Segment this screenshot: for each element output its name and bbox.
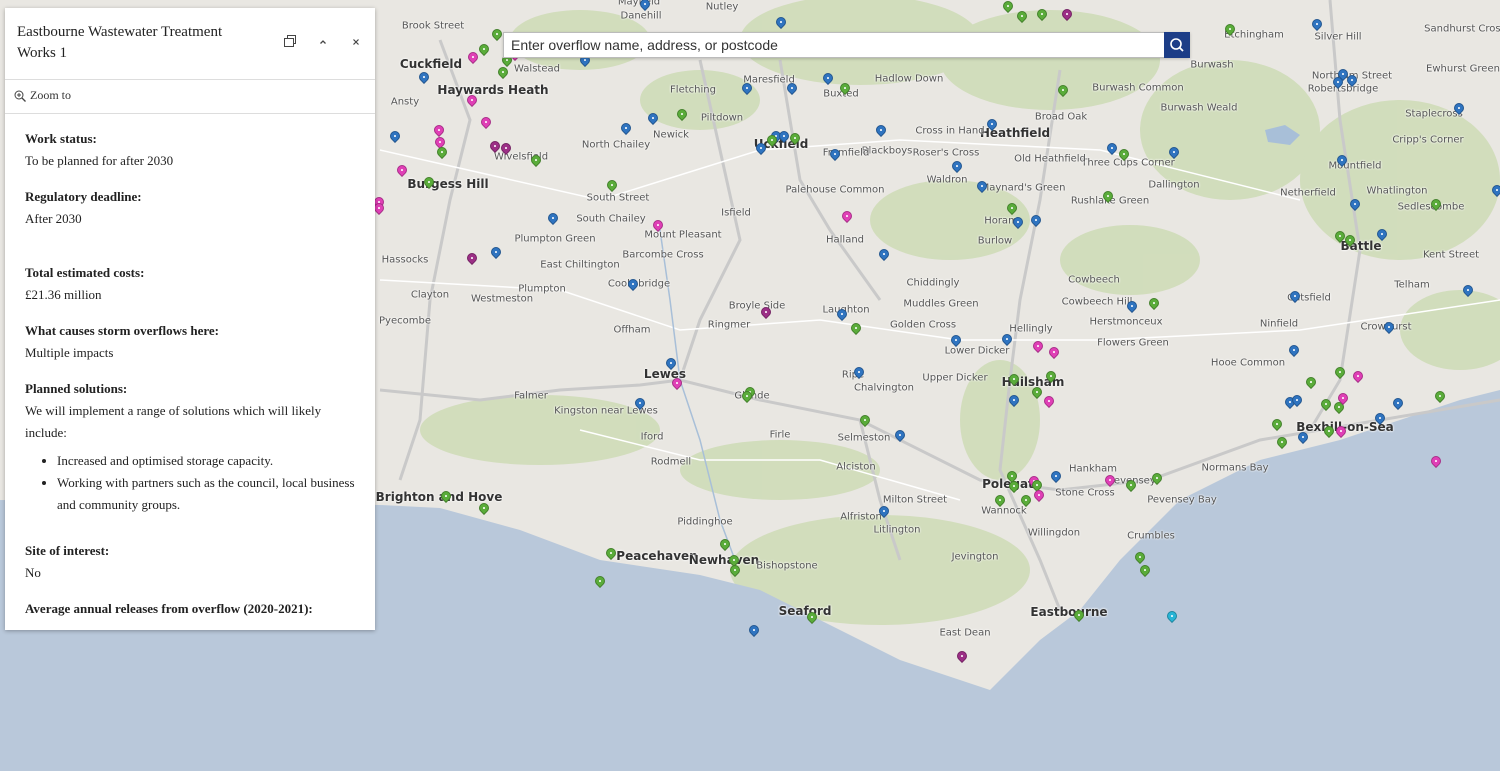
collapse-button[interactable] xyxy=(314,34,332,52)
panel-body[interactable]: Work status: To be planned for after 203… xyxy=(5,114,375,620)
close-icon xyxy=(353,39,359,45)
panel-header: Eastbourne Wastewater Treatment Works 1 xyxy=(5,8,375,80)
field-causes: What causes storm overflows here: Multip… xyxy=(25,320,355,364)
search-bar xyxy=(503,32,1190,58)
close-button[interactable] xyxy=(347,34,365,52)
field-label: Total estimated costs: xyxy=(25,265,145,280)
solutions-list: Increased and optimised storage capacity… xyxy=(25,450,355,516)
field-total-costs: Total estimated costs: £21.36 million xyxy=(25,262,355,306)
search-icon xyxy=(1170,38,1184,52)
search-button[interactable] xyxy=(1164,32,1190,58)
zoom-to-bar: Zoom to xyxy=(5,80,375,114)
list-item: Working with partners such as the counci… xyxy=(57,472,355,516)
field-work-status: Work status: To be planned for after 203… xyxy=(25,128,355,172)
chevron-up-icon xyxy=(320,40,326,44)
field-value: We will implement a range of solutions w… xyxy=(25,403,322,440)
dock-button[interactable] xyxy=(281,34,299,52)
field-label: Work status: xyxy=(25,131,97,146)
zoom-to-label: Zoom to xyxy=(30,88,71,102)
field-label: Planned solutions: xyxy=(25,381,128,396)
field-label: What causes storm overflows here: xyxy=(25,323,219,338)
feature-popup-panel: Eastbourne Wastewater Treatment Works 1 … xyxy=(5,8,375,630)
field-average-releases: Average annual releases from overflow (2… xyxy=(25,598,355,620)
search-input[interactable] xyxy=(504,33,1164,57)
field-label: Average annual releases from overflow (2… xyxy=(25,601,313,616)
field-value: £21.36 million xyxy=(25,287,102,302)
dock-icon xyxy=(284,35,296,47)
field-value: No xyxy=(25,565,41,580)
field-value: Multiple impacts xyxy=(25,345,114,360)
field-planned-solutions: Planned solutions: We will implement a r… xyxy=(25,378,355,516)
field-regulatory-deadline: Regulatory deadline: After 2030 xyxy=(25,186,355,230)
field-label: Regulatory deadline: xyxy=(25,189,142,204)
field-site-of-interest: Site of interest: No xyxy=(25,540,355,584)
field-value: To be planned for after 2030 xyxy=(25,153,174,168)
field-value: After 2030 xyxy=(25,211,82,226)
zoom-in-icon xyxy=(14,90,26,102)
panel-title: Eastbourne Wastewater Treatment Works 1 xyxy=(17,24,223,61)
list-item: Increased and optimised storage capacity… xyxy=(57,450,355,472)
zoom-to-button[interactable]: Zoom to xyxy=(13,88,71,103)
field-label: Site of interest: xyxy=(25,543,110,558)
